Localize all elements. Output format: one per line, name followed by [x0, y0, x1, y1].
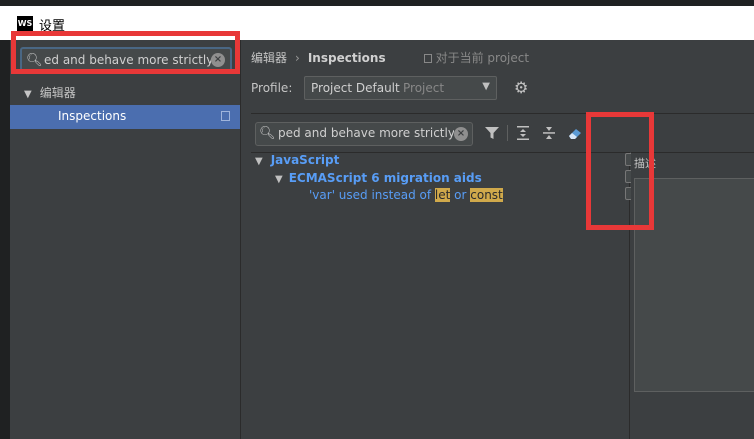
top-edge — [0, 0, 754, 6]
gear-icon[interactable]: ⚙ — [514, 78, 528, 97]
tree-subgroup-label: ECMAScript 6 migration aids — [288, 171, 482, 185]
settings-search-input[interactable]: 🔍︎ ed and behave more strictly × — [20, 47, 232, 73]
inspection-search-value[interactable]: ped and behave more strictly — [278, 126, 454, 140]
scope-label: 对于当前 project — [435, 51, 530, 65]
profile-scope: Project — [403, 81, 445, 95]
divider-icon — [507, 125, 509, 145]
tree-item-var-inspection[interactable]: 'var' used instead of let or const — [309, 188, 503, 202]
clear-search-icon[interactable]: × — [454, 127, 468, 141]
breadcrumb: 编辑器 › Inspections 对于当前 project — [251, 49, 529, 66]
description-label: 描述 — [634, 157, 656, 170]
project-scope-icon — [221, 111, 230, 121]
tree-subgroup-ecmascript[interactable]: ▼ ECMAScript 6 migration aids — [275, 171, 482, 185]
project-scope-icon — [423, 54, 432, 63]
sidebar-item-editor[interactable]: ▼ 编辑器 — [24, 84, 76, 101]
tree-group-label: JavaScript — [270, 153, 340, 167]
inspection-tree: ▼ JavaScript ▼ ECMAScript 6 migration aids… — [251, 152, 638, 439]
filter-icon[interactable] — [484, 125, 500, 145]
search-icon[interactable]: 🔍︎ — [259, 126, 276, 141]
expand-all-icon[interactable] — [516, 125, 530, 145]
breadcrumb-parent: 编辑器 — [251, 51, 288, 65]
search-icon[interactable]: 🔍︎ — [26, 53, 43, 68]
inspections-panel: 编辑器 › Inspections 对于当前 project Profile: Pro… — [240, 40, 754, 439]
expand-arrow-icon[interactable]: ▼ — [24, 89, 32, 100]
highlight-let: let — [434, 188, 451, 202]
chevron-down-icon[interactable]: ▼ — [482, 81, 490, 92]
breadcrumb-separator: › — [295, 51, 300, 65]
item-text-mid: or — [450, 188, 471, 202]
sidebar-item-label: Inspections — [58, 109, 127, 123]
window-title: 设置 — [39, 19, 66, 34]
settings-search-value[interactable]: ed and behave more strictly — [44, 53, 212, 67]
page-title: Inspections — [307, 51, 386, 65]
item-text: 'var' used instead of — [309, 188, 435, 202]
divider — [251, 113, 754, 114]
clear-search-icon[interactable]: × — [211, 53, 225, 67]
description-pane: 描述 — [631, 152, 754, 439]
sidebar-item-label: 编辑器 — [39, 86, 76, 100]
profile-name: Project Default — [311, 81, 400, 95]
webstorm-app-icon: WS — [17, 16, 33, 32]
settings-sidebar: 🔍︎ ed and behave more strictly × ▼ 编辑器 In… — [10, 40, 240, 439]
highlight-const: const — [470, 188, 503, 202]
eraser-icon[interactable] — [567, 125, 583, 145]
inspection-search-input[interactable]: 🔍︎ ped and behave more strictly × — [255, 122, 473, 146]
expand-arrow-icon[interactable]: ▼ — [255, 156, 263, 167]
collapse-all-icon[interactable] — [542, 125, 556, 145]
profile-dropdown[interactable]: Project Default Project ▼ — [304, 76, 497, 100]
expand-arrow-icon[interactable]: ▼ — [275, 174, 283, 185]
tree-group-javascript[interactable]: ▼ JavaScript — [255, 153, 339, 167]
description-box — [634, 178, 754, 392]
window-titlebar: WS 设置 — [0, 0, 754, 40]
sidebar-item-inspections[interactable]: Inspections — [10, 105, 240, 129]
profile-label: Profile: — [251, 81, 293, 95]
